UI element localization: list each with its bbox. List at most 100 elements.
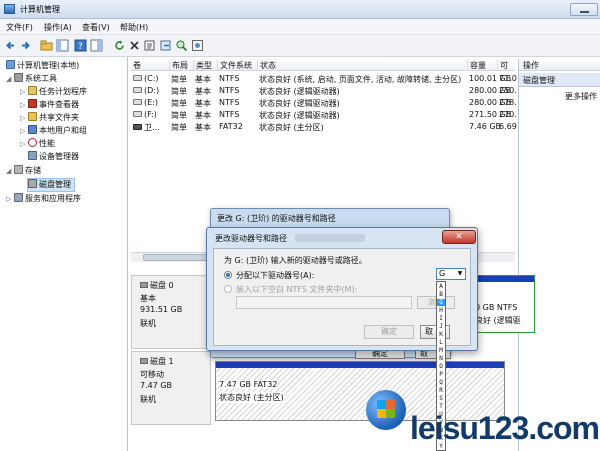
menu-help[interactable]: 帮助(H) [120,22,148,33]
disk-1-info[interactable]: 磁盘 1 可移动 7.47 GB 联机 [131,351,211,425]
tree-item-local-users[interactable]: ▷ 本地用户和组 [20,125,87,137]
expand-icon[interactable]: ▷ [20,114,28,122]
folder-up-icon[interactable] [40,39,53,52]
tree-item-disk-management[interactable]: 磁盘管理 [27,178,75,192]
tree-item-device-manager[interactable]: 设备管理器 [28,151,79,163]
tree-item-storage[interactable]: ◢ 存储 [6,165,41,177]
volume-color-bar [216,362,504,368]
event-icon [28,99,37,108]
tree-label: 设备管理器 [39,152,79,161]
expand-icon[interactable]: ▷ [20,101,28,109]
column-header-layout[interactable]: 布局 [169,60,193,71]
disk-1-status: 联机 [140,395,156,404]
drive-letter-option[interactable]: L [437,339,445,346]
drive-letter-option[interactable]: A [437,283,445,290]
tree-item-task-scheduler[interactable]: ▷ 任务计划程序 [20,86,87,98]
tree-item-shared-folders[interactable]: ▷ 共享文件夹 [20,112,79,124]
disk-0-type: 基本 [140,294,156,303]
panel-icon[interactable] [90,39,103,52]
inner-dialog-title: 更改驱动器号和路径 [215,234,287,243]
dialog-title: 更改 G: (卫玠) 的驱动器号和路径 [217,214,336,223]
inner-dialog-body: 为 G: (卫玠) 输入新的驱动器号或路径。 分配以下驱动器号(A): 装入以下… [213,248,471,346]
minimize-button[interactable] [570,3,598,16]
delete-icon[interactable] [128,39,141,52]
volume-name: (C:) [144,74,159,83]
table-row[interactable]: (E:) 简单 基本 NTFS 状态良好 (逻辑驱动器) 280.00 GB 2… [131,97,517,109]
mount-folder-label[interactable]: 装入以下空白 NTFS 文件夹中(M): [236,284,357,295]
drive-letter-option[interactable]: H [437,307,445,314]
forward-arrow-icon[interactable] [19,39,32,52]
menu-view[interactable]: 查看(V) [82,22,110,33]
menu-bar: 文件(F) 操作(A) 查看(V) 帮助(H) [0,19,600,35]
close-icon[interactable]: ✕ [442,230,476,244]
free-cell: 71.0 [499,74,517,83]
export-icon[interactable] [159,39,172,52]
disk-1-label: 磁盘 1 [150,357,174,366]
drive-letter-option[interactable]: M [437,347,445,354]
tree-label: 服务和应用程序 [25,194,81,203]
drive-letter-option[interactable]: B [437,291,445,298]
drive-letter-option[interactable]: O [437,363,445,370]
column-header-free[interactable]: 可 [497,60,515,71]
volume-cell: (F:) [133,110,157,119]
menu-action[interactable]: 操作(A) [44,22,72,33]
collapse-icon[interactable]: ◢ [6,75,14,83]
properties-icon[interactable] [143,39,156,52]
layout-cell: 简单 [171,99,187,108]
console-tree-icon[interactable] [56,39,69,52]
tree-item-root[interactable]: 计算机管理(本地) [6,60,79,72]
table-row[interactable]: (F:) 简单 基本 NTFS 状态良好 (逻辑驱动器) 271.50 GB 2… [131,109,517,121]
tree-item-services[interactable]: ▷ 服务和应用程序 [6,193,81,205]
table-row[interactable]: 卫... 简单 基本 FAT32 状态良好 (主分区) 7.46 GB 6.69 [131,121,517,133]
menu-file[interactable]: 文件(F) [6,22,33,33]
drive-letter-option[interactable]: I [437,315,445,322]
column-header-filesystem[interactable]: 文件系统 [217,60,257,71]
help-icon[interactable]: ? [74,39,87,52]
disk-1-volume-size: 7.47 GB FAT32 [219,380,278,389]
drive-letter-option[interactable]: K [437,331,445,338]
drive-letter-option[interactable]: G [437,299,445,306]
drive-letter-select[interactable]: G ▼ [436,268,466,280]
layout-cell: 简单 [171,123,187,132]
disk-management-icon [28,179,37,188]
column-header-type[interactable]: 类型 [193,60,217,71]
inner-ok-button[interactable]: 确定 [364,325,414,339]
column-header-volume[interactable]: 卷 [131,60,169,71]
actions-section-disk-management[interactable]: 磁盘管理 [519,73,600,87]
collapse-icon[interactable]: ◢ [6,167,14,175]
disk-0-info[interactable]: 磁盘 0 基本 931.51 GB 联机 [131,275,211,349]
drive-letter-option[interactable]: N [437,355,445,362]
expand-icon[interactable]: ▷ [20,140,28,148]
disk-1-size: 7.47 GB [140,381,173,390]
table-row[interactable]: (C:) 简单 基本 NTFS 状态良好 (系统, 启动, 页面文件, 活动, … [131,73,517,85]
mount-folder-radio[interactable] [224,285,232,293]
back-arrow-icon[interactable] [4,39,17,52]
settings-icon[interactable] [191,39,204,52]
status-cell: 状态良好 (主分区) [259,123,324,132]
chevron-down-icon[interactable]: ▼ [456,270,464,278]
tree-item-event-viewer[interactable]: ▷ 事件查看器 [20,99,79,111]
assign-letter-label[interactable]: 分配以下驱动器号(A): [236,270,314,281]
search-icon[interactable] [175,39,188,52]
tree-item-system-tools[interactable]: ◢ 系统工具 [6,73,57,85]
drive-letter-option[interactable]: P [437,371,445,378]
refresh-icon[interactable] [113,39,126,52]
column-header-status[interactable]: 状态 [257,60,467,71]
filesystem-cell: NTFS [219,98,240,107]
device-icon [28,151,37,160]
more-actions-link[interactable]: 更多操作 [565,91,597,102]
window-title: 计算机管理 [20,5,60,14]
expand-icon[interactable]: ▷ [6,195,14,203]
disk-0-volume[interactable]: 0 GB NTFS 良好 (逻辑驱 [471,275,535,333]
volume-name: (F:) [144,110,157,119]
column-header-capacity[interactable]: 容量 [467,60,497,71]
drive-letter-option[interactable]: J [437,323,445,330]
table-row[interactable]: (D:) 简单 基本 NTFS 状态良好 (逻辑驱动器) 280.00 GB 2… [131,85,517,97]
tree-label: 磁盘管理 [39,180,71,189]
assign-letter-radio[interactable] [224,271,232,279]
folder-path-input[interactable] [236,296,412,309]
tree-item-performance[interactable]: ▷ 性能 [20,138,55,150]
title-bar: 计算机管理 [0,0,600,19]
expand-icon[interactable]: ▷ [20,88,28,96]
expand-icon[interactable]: ▷ [20,127,28,135]
